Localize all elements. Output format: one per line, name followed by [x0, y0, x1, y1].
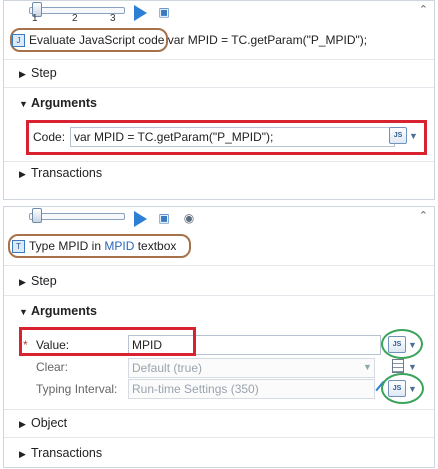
description-prefix: Type MPID in — [29, 239, 102, 253]
description-text: Evaluate JavaScript code — [29, 33, 165, 47]
code-label: Code: — [33, 130, 66, 144]
section-arguments[interactable]: ▼ Arguments — [19, 302, 97, 320]
speed-slider[interactable] — [29, 213, 125, 220]
typing-js-highlight — [381, 373, 424, 404]
javascript-editor-button[interactable]: JS — [389, 127, 407, 144]
clear-label: Clear: — [36, 360, 69, 374]
chevron-down-icon[interactable]: ▼ — [408, 362, 417, 372]
section-arguments[interactable]: ▼ Arguments — [19, 94, 97, 112]
chevron-down-icon[interactable]: ▼ — [363, 362, 372, 372]
section-transactions[interactable]: ▶ Transactions — [19, 444, 102, 462]
play-icon[interactable] — [134, 5, 147, 21]
value-highlight — [19, 327, 196, 356]
step-toolbar: ▣ ◉ ⌃ — [4, 207, 434, 235]
type-step-icon: T — [12, 240, 25, 254]
expand-down-icon: ▼ — [19, 307, 28, 317]
expand-right-icon: ▶ — [19, 449, 26, 459]
slider-handle[interactable] — [32, 208, 42, 223]
play-icon[interactable] — [134, 211, 147, 227]
description-keyword: MPID — [104, 239, 135, 253]
slider-tick-2: 2 — [72, 13, 78, 24]
javascript-step-icon: J — [12, 34, 25, 48]
step-settings-icon[interactable]: ▣ — [157, 5, 171, 19]
description-suffix: textbox — [137, 239, 177, 253]
expand-right-icon: ▶ — [19, 277, 26, 287]
slider-tick-1: 1 — [32, 13, 38, 24]
description-code: var MPID = TC.getParam("P_MPID"); — [164, 33, 368, 47]
value-js-highlight — [381, 329, 423, 359]
clear-select[interactable]: Default (true) — [128, 358, 375, 378]
code-field[interactable]: var MPID = TC.getParam("P_MPID"); — [70, 127, 395, 147]
step-panel-2: ▣ ◉ ⌃ T Type MPID in MPID textbox ▶ Step ▼… — [3, 206, 435, 468]
step-settings-icon[interactable]: ▣ — [157, 211, 171, 225]
section-step[interactable]: ▶ Step — [19, 64, 57, 82]
section-step[interactable]: ▶ Step — [19, 272, 57, 290]
expand-down-icon: ▼ — [19, 99, 28, 109]
expand-right-icon: ▶ — [19, 419, 26, 429]
expand-right-icon: ▶ — [19, 169, 26, 179]
section-object[interactable]: ▶ Object — [19, 414, 67, 432]
step-toolbar: 1 2 3 ▣ ⌃ — [4, 1, 434, 29]
step-description[interactable]: T Type MPID in MPID textbox — [12, 236, 176, 256]
section-transactions[interactable]: ▶ Transactions — [19, 164, 102, 182]
document-icon[interactable] — [392, 359, 404, 373]
collapse-up-icon[interactable]: ⌃ — [419, 209, 428, 222]
typing-interval-field[interactable]: Run-time Settings (350) — [128, 379, 375, 399]
collapse-up-icon[interactable]: ⌃ — [419, 3, 428, 16]
step-description[interactable]: J Evaluate JavaScript code var MPID = TC.… — [12, 30, 367, 50]
step-panel-1: 1 2 3 ▣ ⌃ J Evaluate JavaScript code var … — [3, 0, 435, 200]
slider-tick-3: 3 — [110, 13, 116, 24]
record-icon[interactable]: ◉ — [182, 211, 196, 225]
expand-right-icon: ▶ — [19, 69, 26, 79]
chevron-down-icon[interactable]: ▼ — [409, 131, 418, 141]
typing-interval-label: Typing Interval: — [36, 382, 118, 396]
